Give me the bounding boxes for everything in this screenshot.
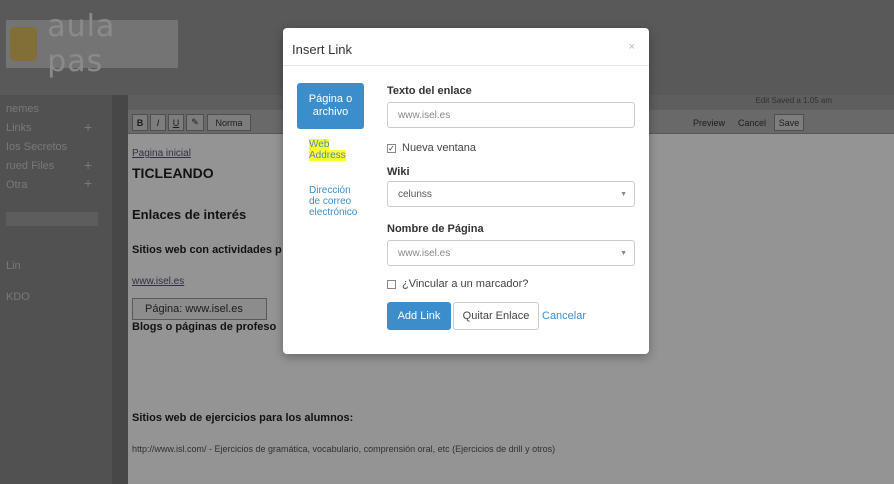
- chevron-down-icon: ▼: [620, 250, 627, 257]
- bookmark-checkbox[interactable]: [387, 279, 396, 289]
- add-link-button[interactable]: Add Link: [387, 302, 451, 330]
- tab-web-address[interactable]: Web Address: [297, 139, 364, 161]
- new-window-option[interactable]: ✓ Nueva ventana: [387, 142, 476, 154]
- bookmark-option[interactable]: ¿Vincular a un marcador?: [387, 278, 528, 290]
- cancel-button[interactable]: Cancelar: [542, 310, 586, 322]
- close-icon[interactable]: ×: [629, 41, 635, 53]
- page-name-label: Nombre de Página: [387, 223, 484, 235]
- link-text-label: Texto del enlace: [387, 85, 472, 97]
- dialog-title: Insert Link: [292, 42, 352, 57]
- remove-link-button[interactable]: Quitar Enlace: [453, 302, 539, 330]
- insert-link-dialog: Insert Link × Página o archivo Web Addre…: [283, 28, 649, 354]
- page-name-select[interactable]: www.isel.es ▼: [387, 240, 635, 266]
- chevron-down-icon: ▼: [620, 191, 627, 198]
- link-text-input[interactable]: www.isel.es: [387, 102, 635, 128]
- wiki-select[interactable]: celunss ▼: [387, 181, 635, 207]
- new-window-label: Nueva ventana: [402, 142, 476, 154]
- tab-email[interactable]: Dirección de correo electrónico: [297, 185, 364, 218]
- wiki-label: Wiki: [387, 166, 410, 178]
- bookmark-label: ¿Vincular a un marcador?: [402, 278, 529, 290]
- new-window-checkbox[interactable]: ✓: [387, 143, 396, 153]
- dialog-header: Insert Link ×: [283, 28, 649, 66]
- tab-page-or-file[interactable]: Página o archivo: [297, 83, 364, 129]
